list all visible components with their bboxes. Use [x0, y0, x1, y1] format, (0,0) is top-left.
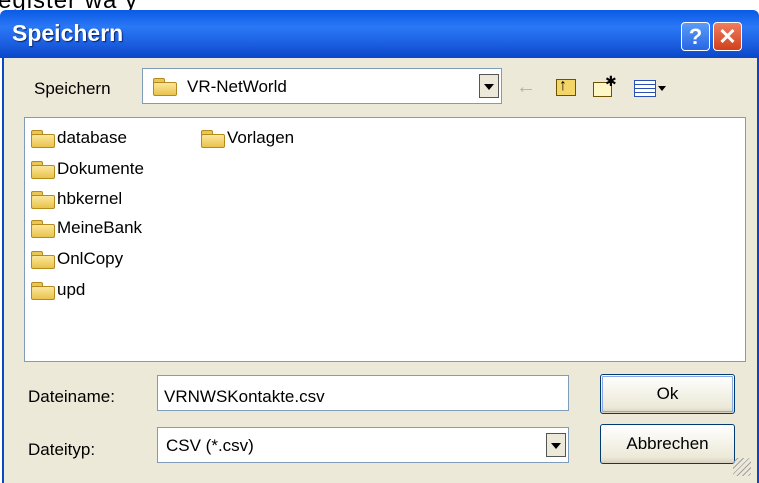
filetype-value: CSV (*.csv): [166, 436, 254, 455]
chevron-down-icon[interactable]: [479, 74, 499, 98]
save-in-value: VR-NetWorld: [187, 77, 287, 96]
list-item-label: hbkernel: [57, 189, 123, 208]
view-menu-icon[interactable]: [632, 75, 668, 99]
close-button[interactable]: ✕: [713, 22, 742, 51]
cancel-button[interactable]: Abbrechen: [600, 424, 735, 464]
resize-grip-icon[interactable]: [733, 458, 751, 476]
folder-icon: [201, 129, 225, 148]
list-item-label: OnlCopy: [57, 249, 124, 268]
folder-icon: [31, 281, 55, 300]
list-item-label: MeineBank: [57, 218, 143, 237]
folder-icon: [31, 219, 55, 238]
filename-label: Dateiname:: [28, 387, 115, 406]
filetype-dropdown[interactable]: CSV (*.csv): [157, 427, 569, 463]
filename-input[interactable]: [157, 375, 569, 411]
folder-icon: [31, 129, 55, 148]
save-in-dropdown[interactable]: VR-NetWorld: [142, 68, 502, 104]
help-icon: ?: [688, 23, 703, 49]
list-item-onlcopy[interactable]: OnlCopy: [31, 247, 123, 271]
chevron-down-icon[interactable]: [546, 433, 566, 457]
list-item-hbkernel[interactable]: hbkernel: [31, 187, 122, 211]
title-bar: Speichern ? ✕: [0, 10, 759, 58]
ok-button[interactable]: Ok: [600, 374, 735, 414]
list-item-upd[interactable]: upd: [31, 278, 85, 302]
folder-icon: [31, 190, 55, 209]
file-list[interactable]: database Dokumente hbkernel MeineBank On…: [24, 117, 746, 362]
list-item-label: upd: [57, 280, 86, 299]
up-folder-icon[interactable]: [554, 74, 578, 99]
list-item-dokumente[interactable]: Dokumente: [31, 157, 144, 181]
help-button[interactable]: ?: [681, 22, 710, 51]
list-item-vorlagen[interactable]: Vorlagen: [201, 126, 294, 150]
back-arrow-icon[interactable]: ←: [514, 75, 538, 99]
filetype-label: Dateityp:: [28, 440, 96, 459]
folder-icon: [31, 250, 55, 269]
list-item-meinebank[interactable]: MeineBank: [31, 216, 142, 240]
dialog-title: Speichern: [12, 20, 124, 46]
list-item-database[interactable]: database: [31, 126, 127, 150]
list-item-label: Dokumente: [57, 159, 144, 178]
list-item-label: database: [57, 128, 127, 147]
folder-icon: [31, 160, 55, 179]
list-item-label: Vorlagen: [227, 128, 295, 147]
close-icon: ✕: [718, 23, 737, 49]
save-in-label: Speichern: [34, 79, 111, 98]
folder-icon: [153, 78, 177, 96]
new-folder-icon[interactable]: [592, 69, 617, 99]
